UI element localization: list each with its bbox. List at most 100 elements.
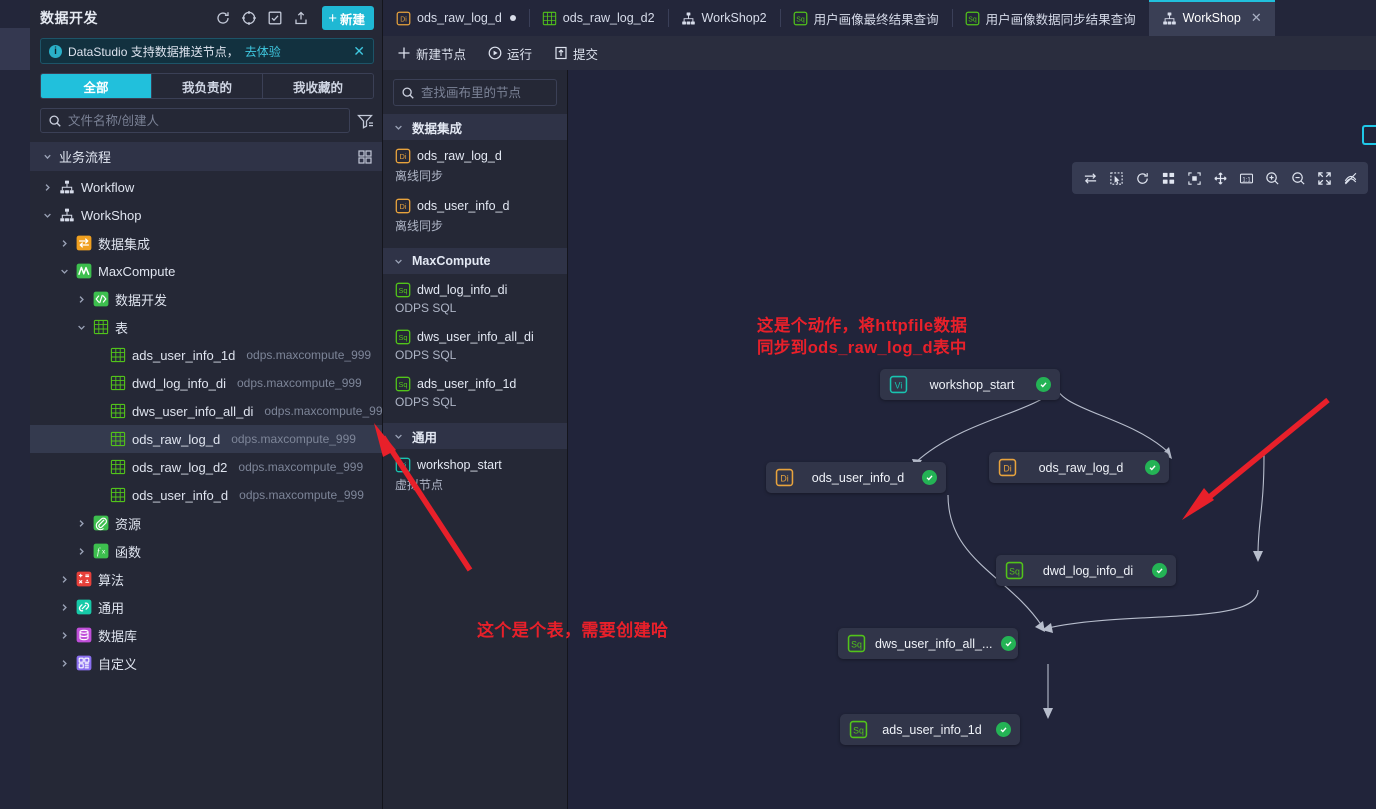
tab-all[interactable]: 全部	[41, 74, 152, 98]
editor-tab-1[interactable]: ods_raw_log_d2	[528, 0, 668, 36]
flow-node-dwd_log_info_di[interactable]: Sq dwd_log_info_di	[996, 555, 1176, 586]
flow-node-label: dws_user_info_all_...	[875, 636, 993, 651]
editor-tab-2[interactable]: WorkShop2	[667, 0, 780, 36]
new-node-button[interactable]: 新建节点	[397, 44, 466, 63]
tab-favorites[interactable]: 我收藏的	[263, 74, 373, 98]
node-search-input[interactable]	[421, 85, 549, 100]
vi-icon: Vi	[395, 457, 411, 473]
tree-item-[interactable]: 表	[30, 313, 382, 341]
chevron-right-icon[interactable]	[76, 295, 87, 304]
sidebar-header: 数据开发 + 新建	[30, 0, 382, 36]
tab-owned[interactable]: 我负责的	[152, 74, 263, 98]
flow-node-ods_raw_log_d[interactable]: Di ods_raw_log_d	[989, 452, 1169, 483]
editor-tab-4[interactable]: Sq 用户画像数据同步结果查询	[951, 0, 1149, 36]
tree-item-sublabel: odps.maxcompute_999	[264, 404, 382, 418]
locate-icon[interactable]	[240, 10, 257, 27]
tree-item-[interactable]: 资源	[30, 509, 382, 537]
notice-link[interactable]: 去体验	[245, 43, 281, 60]
chevron-down-icon[interactable]	[76, 323, 87, 332]
chevron-down-icon[interactable]	[59, 267, 70, 276]
upload-icon[interactable]	[292, 10, 309, 27]
search-input[interactable]	[68, 113, 342, 128]
actual-size-icon[interactable]: 1:1	[1234, 166, 1258, 190]
chevron-right-icon[interactable]	[76, 547, 87, 556]
fullscreen-icon[interactable]	[1312, 166, 1336, 190]
submit-button[interactable]: 提交	[554, 44, 598, 63]
edge-cyan-handle[interactable]	[1362, 125, 1376, 145]
refresh-icon[interactable]	[214, 10, 231, 27]
tree-item-dwd_log_info_di[interactable]: dwd_log_info_di odps.maxcompute_999	[30, 369, 382, 397]
select-area-icon[interactable]	[1104, 166, 1128, 190]
move-icon[interactable]	[1208, 166, 1232, 190]
zoom-out-icon[interactable]	[1286, 166, 1310, 190]
editor-tab-3[interactable]: Sq 用户画像最终结果查询	[779, 0, 952, 36]
di-icon: Di	[395, 148, 411, 164]
node-group-header[interactable]: MaxCompute	[383, 248, 567, 274]
chevron-right-icon[interactable]	[59, 659, 70, 668]
editor-tab-5[interactable]: WorkShop ✕	[1148, 0, 1275, 36]
chevron-right-icon[interactable]	[42, 183, 53, 192]
close-icon[interactable]: ✕	[1251, 10, 1262, 26]
node-item-name: ads_user_info_1d	[417, 377, 517, 391]
node-list-item[interactable]: Sq ads_user_info_1d ODPS SQL	[383, 368, 567, 415]
filter-icon[interactable]	[356, 112, 374, 130]
close-icon[interactable]: ✕	[353, 44, 365, 58]
node-list-item[interactable]: Di ods_user_info_d 离线同步	[383, 190, 567, 240]
run-button[interactable]: 运行	[488, 44, 532, 63]
checklist-icon[interactable]	[266, 10, 283, 27]
annotation-action-text: 这是个动作，将httpfile数据 同步到ods_raw_log_d表中	[757, 315, 967, 360]
tree-item-[interactable]: f x 函数	[30, 537, 382, 565]
search-box[interactable]	[40, 108, 350, 133]
node-item-type: 虚拟节点	[395, 478, 444, 492]
editor-tab-0[interactable]: Di ods_raw_log_d	[383, 0, 529, 36]
tree-item-dws_user_info_all_di[interactable]: dws_user_info_all_di odps.maxcompute_999	[30, 397, 382, 425]
rail-selected-item[interactable]	[0, 28, 30, 70]
fit-selection-icon[interactable]	[1182, 166, 1206, 190]
tree-item-ads_user_info_1d[interactable]: ads_user_info_1d odps.maxcompute_999	[30, 341, 382, 369]
database-icon	[76, 627, 92, 643]
tree-item-ods_user_info_d[interactable]: ods_user_info_d odps.maxcompute_999	[30, 481, 382, 509]
tree-item-[interactable]: 通用	[30, 593, 382, 621]
editor-tab-label: WorkShop2	[701, 11, 767, 25]
tree-item-ods_raw_log_d[interactable]: ods_raw_log_d odps.maxcompute_999	[30, 425, 382, 453]
chevron-right-icon[interactable]	[59, 239, 70, 248]
chevron-right-icon[interactable]	[59, 631, 70, 640]
node-group-header[interactable]: 数据集成	[383, 114, 567, 140]
chevron-right-icon[interactable]	[59, 603, 70, 612]
new-button[interactable]: + 新建	[322, 6, 374, 30]
hide-lines-icon[interactable]	[1338, 166, 1362, 190]
tree-item-maxcompute[interactable]: MaxCompute	[30, 257, 382, 285]
workflow-canvas[interactable]: Vi workshop_start Di ods_user_info_d Di ods…	[568, 70, 1376, 809]
grid-view-icon[interactable]	[358, 149, 372, 164]
node-group-header[interactable]: 通用	[383, 423, 567, 449]
node-list-item[interactable]: Vi workshop_start 虚拟节点	[383, 449, 567, 499]
tree-item-workshop[interactable]: WorkShop	[30, 201, 382, 229]
node-search-box[interactable]	[393, 79, 557, 106]
node-list-item[interactable]: Di ods_raw_log_d 离线同步	[383, 140, 567, 190]
svg-text:Di: Di	[400, 152, 407, 161]
svg-text:Di: Di	[780, 473, 788, 483]
tree-item-[interactable]: 数据集成	[30, 229, 382, 257]
tree-item-[interactable]: 数据库	[30, 621, 382, 649]
table-icon	[93, 319, 109, 335]
tree-item-[interactable]: 数据开发	[30, 285, 382, 313]
refresh-icon[interactable]	[1130, 166, 1154, 190]
toggle-direction-icon[interactable]	[1078, 166, 1102, 190]
node-list-item[interactable]: Sq dws_user_info_all_di ODPS SQL	[383, 321, 567, 368]
tree-item-[interactable]: 自定义	[30, 649, 382, 677]
flow-node-workshop_start[interactable]: Vi workshop_start	[880, 369, 1060, 400]
layout-grid-icon[interactable]	[1156, 166, 1180, 190]
tree-item-workflow[interactable]: Workflow	[30, 173, 382, 201]
flow-node-ads_user_info_1d[interactable]: Sq ads_user_info_1d	[840, 714, 1020, 745]
chevron-right-icon[interactable]	[76, 519, 87, 528]
zoom-in-icon[interactable]	[1260, 166, 1284, 190]
flow-node-ods_user_info_d[interactable]: Di ods_user_info_d	[766, 462, 946, 493]
tree-item-[interactable]: 算法	[30, 565, 382, 593]
chevron-right-icon[interactable]	[59, 575, 70, 584]
tree-item-sublabel: odps.maxcompute_999	[239, 488, 364, 502]
chevron-down-icon[interactable]	[42, 211, 53, 220]
business-flow-header[interactable]: 业务流程	[30, 142, 382, 171]
flow-node-dws_user_info_all[interactable]: Sq dws_user_info_all_...	[838, 628, 1018, 659]
node-list-item[interactable]: Sq dwd_log_info_di ODPS SQL	[383, 274, 567, 321]
tree-item-ods_raw_log_d2[interactable]: ods_raw_log_d2 odps.maxcompute_999	[30, 453, 382, 481]
